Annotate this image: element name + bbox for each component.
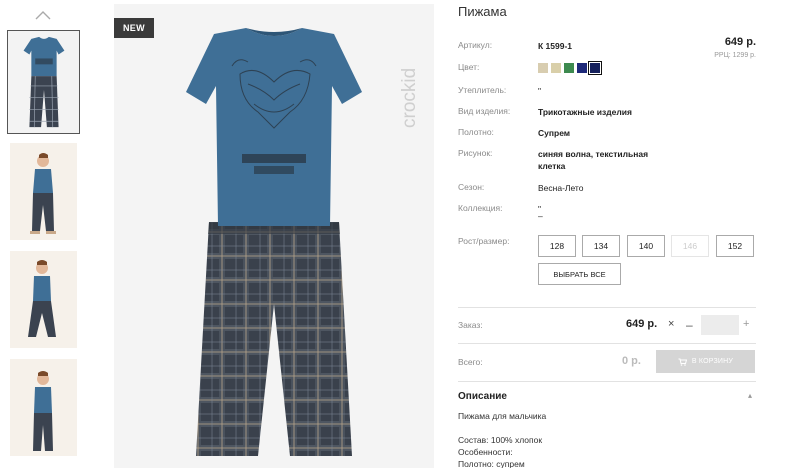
collapse-description-icon[interactable]: ▴ xyxy=(748,391,752,400)
color-swatch[interactable] xyxy=(564,63,574,73)
size-146: 146 xyxy=(671,235,709,257)
product-price: 649 р. xyxy=(724,36,756,48)
new-badge: NEW xyxy=(114,18,154,38)
product-info-panel: Пижама 649 р. РРЦ: 1299 р. Артикул: К 15… xyxy=(458,4,756,468)
description-line: Состав: 100% хлопок xyxy=(458,435,543,445)
thumbnail-3[interactable] xyxy=(10,251,77,348)
divider xyxy=(458,343,756,344)
pajama-illustration xyxy=(186,28,362,456)
add-to-cart-label: В КОРЗИНУ xyxy=(691,358,734,365)
size-140[interactable]: 140 xyxy=(627,235,665,257)
description-heading[interactable]: Описание xyxy=(458,391,507,402)
thumbnail-gallery xyxy=(0,0,86,468)
order-label: Заказ: xyxy=(458,320,483,330)
divider xyxy=(458,307,756,308)
times-icon: × xyxy=(668,318,675,330)
add-to-cart-button[interactable]: В КОРЗИНУ xyxy=(656,350,755,373)
color-swatch[interactable] xyxy=(551,63,561,73)
cart-icon xyxy=(678,358,687,366)
thumbnail-1[interactable] xyxy=(7,30,80,134)
thumbnail-4[interactable] xyxy=(10,359,77,456)
product-title: Пижама xyxy=(458,4,507,19)
size-152[interactable]: 152 xyxy=(716,235,754,257)
chevron-up-icon[interactable] xyxy=(34,8,52,22)
description-line: Пижама для мальчика xyxy=(458,411,547,421)
product-main-image[interactable]: NEW xyxy=(114,4,434,468)
total-label: Всего: xyxy=(458,357,483,367)
description-line: Особенности: xyxy=(458,447,513,457)
order-price: 649 р. xyxy=(626,318,658,330)
recommended-price: РРЦ: 1299 р. xyxy=(714,52,756,59)
increase-quantity-button[interactable]: + xyxy=(743,318,749,330)
size-128[interactable]: 128 xyxy=(538,235,576,257)
brand-logo-text: crockid xyxy=(399,68,420,128)
brand-logo: crockid xyxy=(399,68,420,128)
collection-dash: – xyxy=(538,211,543,221)
total-value: 0 р. xyxy=(622,355,641,367)
color-swatch[interactable] xyxy=(588,61,602,75)
divider xyxy=(458,381,756,382)
decrease-quantity-button[interactable]: – xyxy=(686,318,696,332)
description-line: Полотно: супрем xyxy=(458,459,525,468)
quantity-input[interactable] xyxy=(701,315,739,335)
select-all-sizes-button[interactable]: ВЫБРАТЬ ВСЕ xyxy=(538,263,621,285)
thumbnail-2[interactable] xyxy=(10,143,77,240)
color-swatch[interactable] xyxy=(538,63,548,73)
size-134[interactable]: 134 xyxy=(582,235,620,257)
color-swatch[interactable] xyxy=(577,63,587,73)
